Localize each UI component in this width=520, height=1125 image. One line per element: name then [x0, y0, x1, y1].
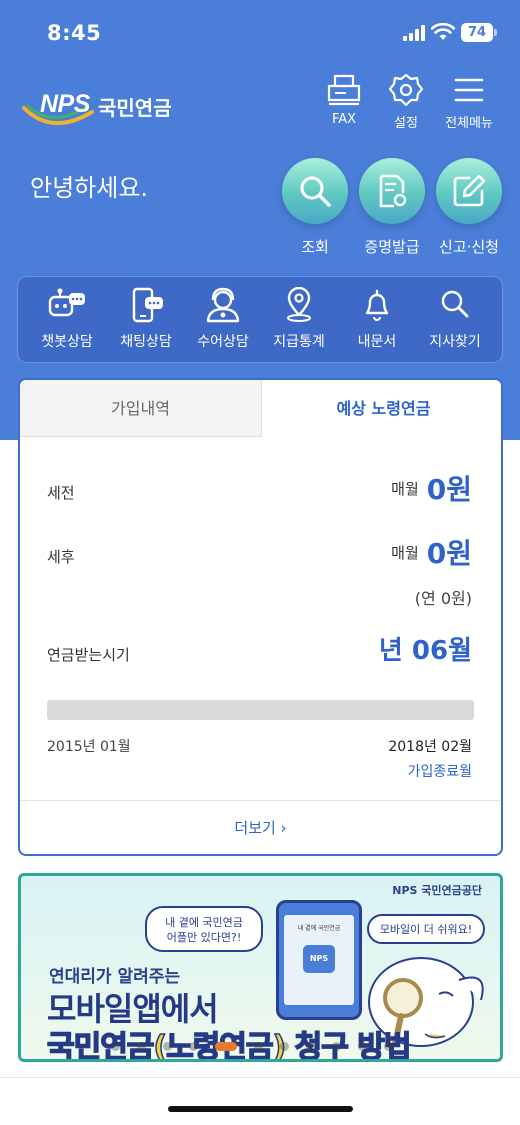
logo-text-en: NPS [40, 90, 90, 118]
chatbot-icon [48, 288, 85, 317]
report-apply-circle [436, 158, 502, 224]
menu-item-my-documents[interactable]: 내문서 [337, 287, 417, 351]
carousel-dot[interactable] [137, 1042, 146, 1051]
certificate-label: 증명발급 [364, 238, 420, 256]
battery-indicator: 74 [461, 23, 493, 42]
post-tax-prefix: 매월 [391, 544, 419, 562]
fax-icon [327, 74, 361, 106]
full-menu-label: 전체메뉴 [445, 116, 493, 131]
greeting-text: 안녕하세요. [30, 174, 149, 202]
status-bar: 8:45 74 [0, 0, 520, 66]
post-tax-label: 세후 [47, 548, 75, 566]
menu-item-chat[interactable]: 채팅상담 [106, 287, 186, 351]
post-tax-value: 매월 0원 [391, 532, 472, 572]
report-apply-button[interactable]: 신고·신청 [434, 158, 504, 257]
menu-label-sign-language: 수어상담 [197, 334, 249, 350]
menu-label-payment-stats: 지급통계 [273, 334, 325, 350]
pre-tax-label: 세전 [47, 484, 75, 502]
enrollment-end-label: 가입종료월 [407, 764, 472, 780]
search-icon [300, 176, 331, 207]
carousel-dot[interactable] [358, 1042, 367, 1051]
pre-tax-value: 매월 0원 [391, 468, 472, 508]
pre-tax-amount: 0원 [426, 473, 472, 506]
pension-card: 가입내역 예상 노령연금 세전 매월 0원 세후 매월 0원 (연 0원) 연금받는… [18, 378, 503, 856]
menu-item-payment-stats[interactable]: 지급통계 [259, 287, 339, 351]
menu-label-my-documents: 내문서 [357, 334, 397, 350]
settings-label: 설정 [394, 116, 418, 131]
nps-logo[interactable]: NPS 국민연금 [22, 86, 192, 130]
carousel-dots [111, 1042, 393, 1051]
carousel-dot[interactable] [215, 1042, 237, 1051]
full-menu-button[interactable]: 전체메뉴 [437, 74, 501, 134]
gear-icon [389, 74, 423, 106]
report-apply-label: 신고·신청 [439, 238, 499, 256]
carousel-dot[interactable] [254, 1042, 263, 1051]
fax-label: FAX [331, 112, 357, 127]
phone-screen-title: 내 곁에 국민연금 [297, 925, 341, 932]
carousel-dot[interactable] [306, 1042, 315, 1051]
enrollment-start-date: 2015년 01월 [47, 739, 131, 755]
bubble-line-1: 내 곁에 국민연금 [165, 916, 243, 929]
menu-item-chatbot[interactable]: 챗봇상담 [27, 287, 107, 351]
banner-brand: NPS 국민연금공단 [392, 884, 482, 897]
annual-amount: (연 0원) [414, 589, 472, 608]
status-time: 8:45 [47, 21, 102, 45]
menu-item-sign-language[interactable]: 수어상담 [183, 287, 263, 351]
carousel-dot[interactable] [111, 1042, 120, 1051]
carousel-dot[interactable] [384, 1042, 393, 1051]
banner-bubble-left: 내 곁에 국민연금 어플만 있다면?! [145, 906, 263, 952]
carousel-dot[interactable] [163, 1042, 172, 1051]
inquiry-button[interactable]: 조회 [280, 158, 350, 257]
phone-app-logo: NPS [303, 945, 335, 973]
settings-button[interactable]: 설정 [374, 74, 438, 134]
hamburger-menu-icon [454, 78, 484, 102]
menu-label-find-branch: 지사찾기 [429, 334, 481, 350]
post-tax-amount: 0원 [426, 537, 472, 570]
battery-tip [494, 29, 497, 36]
tab-expected-pension[interactable]: 예상 노령연금 [262, 380, 501, 437]
wifi-icon [431, 23, 455, 40]
fax-button[interactable]: FAX [312, 74, 376, 134]
certificate-icon [379, 174, 407, 208]
enrollment-progress-bar [47, 700, 474, 720]
cellular-signal-icon [403, 25, 425, 41]
promo-banner[interactable]: NPS 국민연금공단 내 곁에 국민연금 어플만 있다면?! 내 곁에 국민연금… [18, 873, 503, 1062]
inquiry-circle [282, 158, 348, 224]
pre-tax-prefix: 매월 [391, 480, 419, 498]
logo-text-kr: 국민연금 [98, 96, 172, 120]
bottom-divider [0, 1077, 520, 1078]
menu-label-chatbot: 챗봇상담 [41, 334, 93, 350]
pension-start-value: 년 06월 [378, 636, 472, 666]
certificate-button[interactable]: 증명발급 [357, 158, 427, 257]
carousel-dot[interactable] [189, 1042, 198, 1051]
sign-language-icon [206, 287, 240, 323]
carousel-dot[interactable] [332, 1042, 341, 1051]
more-button[interactable]: 더보기 › [20, 800, 501, 854]
menu-item-find-branch[interactable]: 지사찾기 [415, 287, 495, 351]
service-menu: 챗봇상담 채팅상담 수어상담 지급통계 내문서 지사찾기 [17, 276, 503, 363]
map-pin-icon [287, 287, 311, 322]
chat-phone-icon [132, 287, 163, 323]
carousel-dot[interactable] [280, 1042, 289, 1051]
certificate-circle [359, 158, 425, 224]
search-icon [441, 290, 469, 318]
tab-enrollment-history[interactable]: 가입내역 [20, 380, 262, 437]
home-indicator[interactable] [168, 1106, 353, 1112]
pension-start-label: 연금받는시기 [47, 646, 130, 664]
menu-label-chat: 채팅상담 [120, 334, 172, 350]
bubble-line-2: 어플만 있다면?! [166, 931, 242, 944]
edit-icon [453, 174, 486, 207]
bell-icon [365, 289, 389, 322]
inquiry-label: 조회 [301, 238, 329, 256]
enrollment-end-date: 2018년 02월 [388, 739, 472, 755]
